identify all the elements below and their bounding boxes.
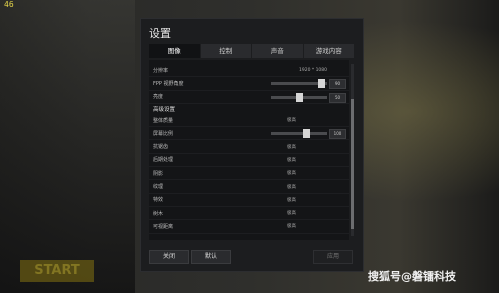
setting-row-overall-quality[interactable]: 整体质量 极高 [149, 114, 349, 128]
effects-label: 特效 [153, 197, 164, 204]
tab-sound[interactable]: 声音 [252, 44, 304, 58]
advanced-settings-header: 高级设置 [153, 106, 176, 113]
setting-row-fpp-fov: FPP 视野角度 90 [149, 77, 349, 91]
apply-button[interactable]: 应用 [313, 250, 353, 264]
setting-row-brightness: 亮度 50 [149, 91, 349, 104]
tab-controls[interactable]: 控制 [200, 44, 252, 58]
setting-row-view-distance[interactable]: 可视距离 极高 [149, 220, 349, 234]
fps-counter: 46 [4, 0, 14, 9]
screen-scale-value[interactable]: 100 [329, 129, 346, 140]
brightness-slider[interactable] [271, 92, 327, 102]
resolution-value[interactable]: 1920 * 1080 [299, 68, 327, 73]
foliage-label: 树木 [153, 210, 164, 217]
brightness-value[interactable]: 50 [329, 92, 346, 103]
watermark-text: 搜狐号@磐镭科技 [368, 270, 456, 283]
textures-label: 纹理 [153, 184, 164, 191]
settings-dialog: 设置 图像 控制 声音 游戏内容 分辨率 1920 * 1080 FPP 视野角… [140, 18, 364, 272]
fpp-fov-value[interactable]: 90 [329, 79, 346, 90]
setting-row-foliage[interactable]: 树木 极高 [149, 207, 349, 221]
background-left [0, 0, 135, 293]
anti-aliasing-label: 抗锯齿 [153, 144, 169, 151]
setting-row-anti-aliasing[interactable]: 抗锯齿 极高 [149, 140, 349, 154]
fpp-fov-slider[interactable] [271, 79, 327, 89]
fpp-fov-label: FPP 视野角度 [153, 80, 184, 87]
brightness-label: 亮度 [153, 94, 164, 101]
resolution-label: 分辨率 [153, 67, 169, 74]
foliage-value[interactable]: 极高 [287, 210, 296, 216]
settings-panel: 分辨率 1920 * 1080 FPP 视野角度 90 亮度 50 高级设置 整… [149, 60, 349, 240]
settings-scrollbar-thumb[interactable] [351, 99, 354, 229]
close-button[interactable]: 关闭 [149, 250, 189, 264]
setting-row-effects[interactable]: 特效 极高 [149, 194, 349, 207]
setting-row-shadows[interactable]: 阴影 极高 [149, 167, 349, 181]
post-processing-label: 后期处理 [153, 157, 174, 164]
start-button[interactable]: START [20, 260, 94, 282]
tab-graphics[interactable]: 图像 [149, 44, 201, 58]
shadows-value[interactable]: 极高 [287, 170, 296, 176]
post-processing-value[interactable]: 极高 [287, 157, 296, 163]
anti-aliasing-value[interactable]: 极高 [287, 144, 296, 150]
screen-scale-slider[interactable] [271, 129, 327, 139]
overall-quality-label: 整体质量 [153, 117, 174, 124]
screen-scale-label: 屏幕比例 [153, 130, 174, 137]
overall-quality-value[interactable]: 极高 [287, 117, 296, 123]
effects-value[interactable]: 极高 [287, 197, 296, 203]
setting-row-resolution[interactable]: 分辨率 1920 * 1080 [149, 64, 349, 78]
screen-scale-slider-knob[interactable] [303, 129, 310, 139]
view-distance-value[interactable]: 极高 [287, 223, 296, 229]
view-distance-label: 可视距离 [153, 223, 174, 230]
brightness-slider-knob[interactable] [296, 92, 303, 102]
setting-row-textures[interactable]: 纹理 极高 [149, 180, 349, 194]
fpp-fov-slider-knob[interactable] [318, 79, 325, 89]
setting-row-screen-scale: 屏幕比例 100 [149, 127, 349, 141]
tab-bar: 图像 控制 声音 游戏内容 [149, 44, 355, 58]
shadows-label: 阴影 [153, 170, 164, 177]
tab-gameplay[interactable]: 游戏内容 [303, 44, 355, 58]
setting-row-post-processing[interactable]: 后期处理 极高 [149, 154, 349, 168]
dialog-title: 设置 [149, 27, 171, 40]
default-button[interactable]: 默认 [191, 250, 231, 264]
settings-scrollbar[interactable] [351, 64, 354, 236]
textures-value[interactable]: 极高 [287, 184, 296, 190]
